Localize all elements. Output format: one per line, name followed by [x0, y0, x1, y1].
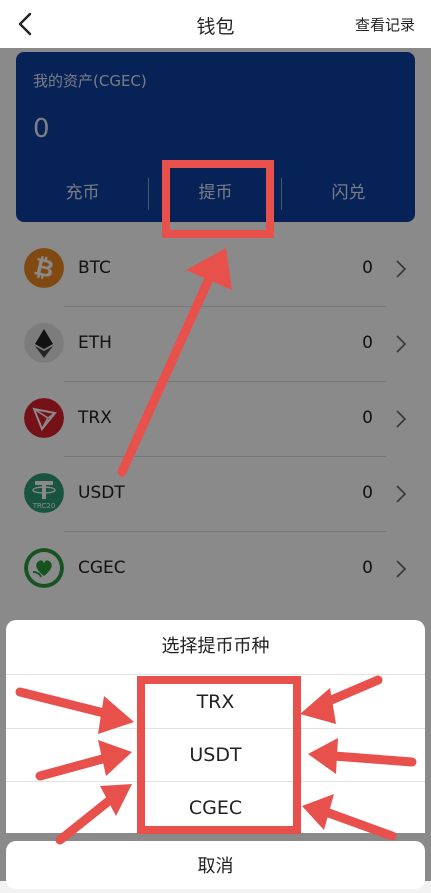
option-trx[interactable]: TRX: [6, 676, 425, 728]
option-usdt[interactable]: USDT: [6, 729, 425, 781]
top-bar: 钱包 查看记录: [0, 0, 431, 48]
view-records-link[interactable]: 查看记录: [355, 14, 415, 35]
option-cgec[interactable]: CGEC: [6, 782, 425, 834]
cancel-button[interactable]: 取消: [6, 841, 425, 889]
coin-select-sheet: 选择提币币种 TRX USDT CGEC: [6, 620, 425, 833]
sheet-title: 选择提币币种: [6, 620, 425, 675]
